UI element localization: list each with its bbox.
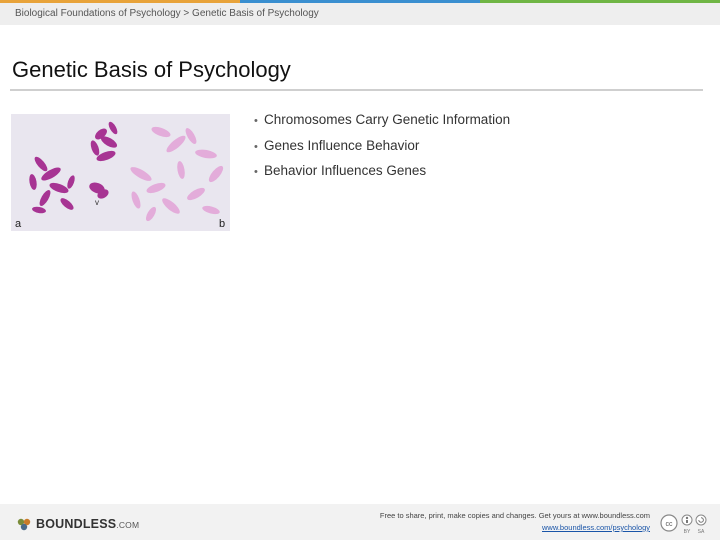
figure-label-a: a <box>15 218 22 230</box>
bullet-item[interactable]: • Chromosomes Carry Genetic Information <box>254 108 510 134</box>
course-link[interactable]: www.boundless.com/psychology <box>380 522 650 533</box>
license-notice: Free to share, print, make copies and ch… <box>380 510 650 533</box>
boundless-logo[interactable]: BOUNDLESS.COM <box>16 517 139 531</box>
bullet-icon: • <box>254 115 258 127</box>
page-title: Genetic Basis of Psychology <box>12 57 291 82</box>
chromosome-micrograph: a b v <box>11 114 230 231</box>
bullet-text: Genes Influence Behavior <box>264 137 420 153</box>
bullet-list: • Chromosomes Carry Genetic Information •… <box>254 108 510 185</box>
svg-text:cc: cc <box>666 521 674 528</box>
breadcrumb[interactable]: Biological Foundations of Psychology > G… <box>0 3 720 25</box>
creative-commons-badge[interactable]: cc BY SA <box>660 512 710 541</box>
bullet-icon: • <box>254 166 258 178</box>
bullet-text: Behavior Influences Genes <box>264 163 427 178</box>
title-divider <box>10 89 703 91</box>
figure-label-b: b <box>219 218 225 230</box>
boundless-logo-icon <box>17 518 31 531</box>
bullet-item[interactable]: • Behavior Influences Genes <box>254 159 510 185</box>
bullet-text: Chromosomes Carry Genetic Information <box>264 112 511 127</box>
notice-text: Free to share, print, make copies and ch… <box>379 511 650 520</box>
by-label: BY <box>684 529 691 535</box>
bullet-item[interactable]: • Genes Influence Behavior <box>254 134 510 160</box>
footer: BOUNDLESS.COM Free to share, print, make… <box>0 504 720 540</box>
sa-icon <box>695 514 707 526</box>
bullet-icon: • <box>254 140 258 153</box>
logo-wordmark: BOUNDLESS.COM <box>36 517 140 531</box>
figure-arrow-label: v <box>95 198 99 207</box>
sa-label: SA <box>698 529 705 535</box>
